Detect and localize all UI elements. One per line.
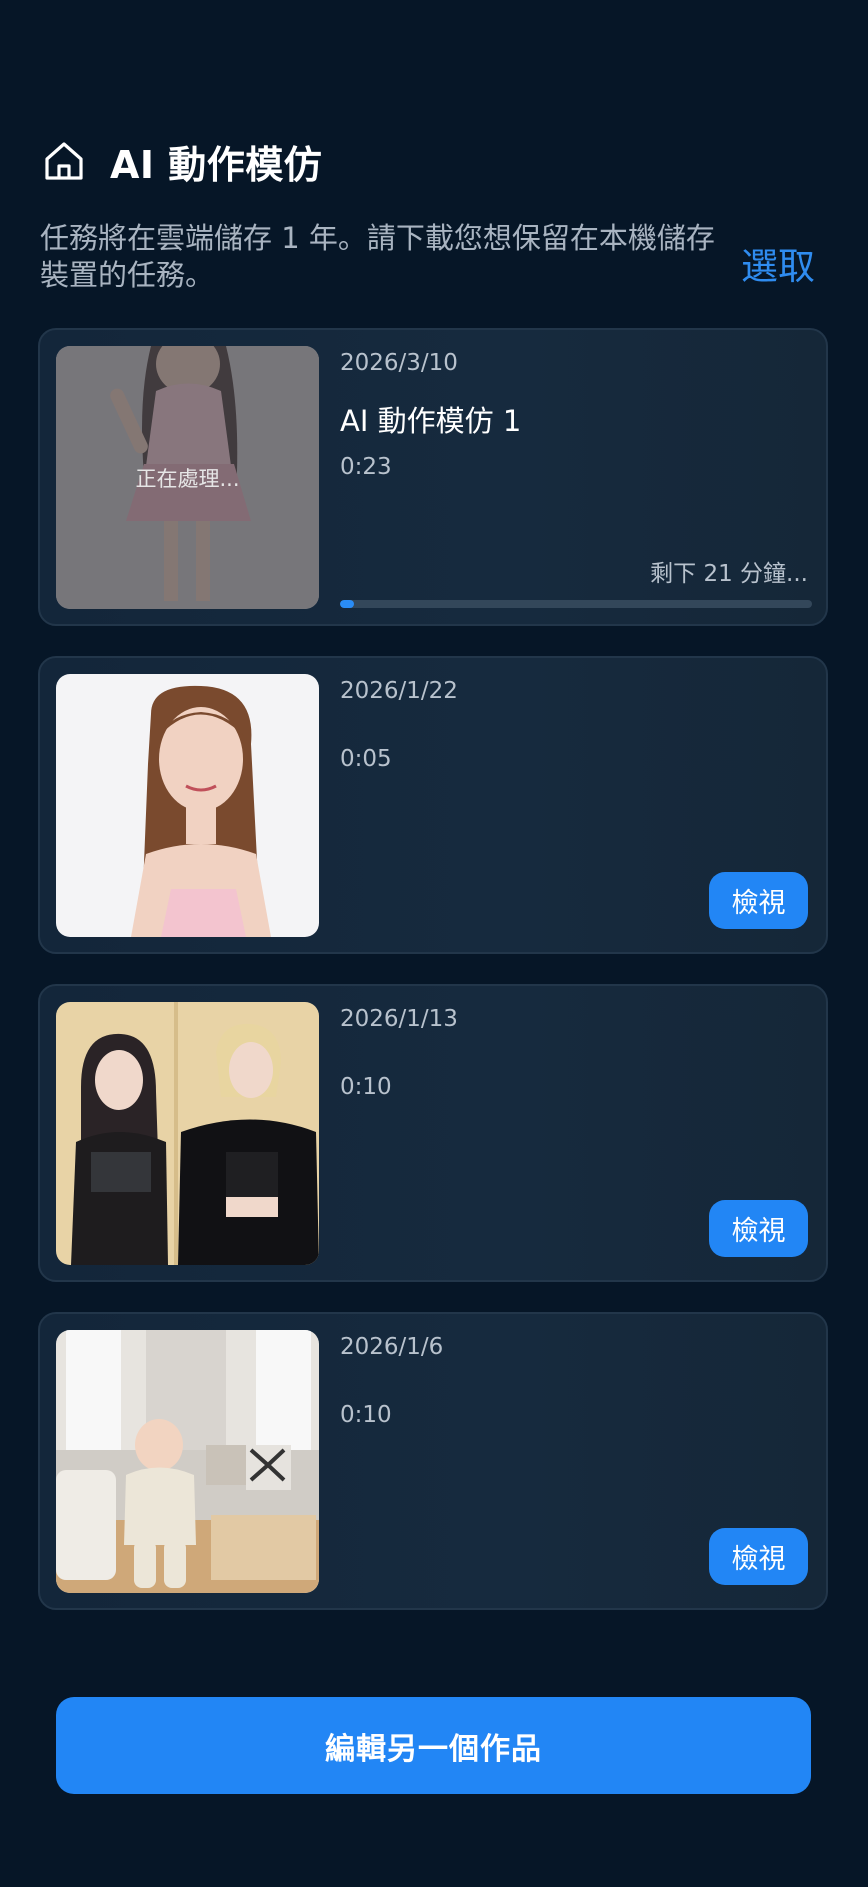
task-duration: 0:10: [340, 1074, 392, 1100]
processing-overlay: 正在處理...: [56, 346, 319, 609]
task-card[interactable]: 2026/1/6 0:10 檢視: [38, 1312, 828, 1610]
progress-fill: [340, 600, 355, 608]
edit-another-button[interactable]: 編輯另一個作品: [56, 1697, 811, 1794]
task-thumbnail: [56, 674, 319, 937]
time-remaining: 剩下 21 分鐘...: [650, 561, 808, 587]
page-title: AI 動作模仿: [110, 142, 323, 187]
task-date: 2026/1/6: [340, 1334, 444, 1360]
task-date: 2026/1/13: [340, 1006, 458, 1032]
task-thumbnail: 正在處理...: [56, 346, 319, 609]
task-name: AI 動作模仿 1: [340, 404, 522, 438]
cloud-storage-notice: 任務將在雲端儲存 1 年。請下載您想保留在本機儲存裝置的任務。: [40, 221, 715, 292]
progress-bar: [340, 600, 812, 608]
task-duration: 0:10: [340, 1402, 392, 1428]
view-button[interactable]: 檢視: [709, 872, 808, 929]
view-button[interactable]: 檢視: [709, 1200, 808, 1257]
task-duration: 0:23: [340, 454, 392, 480]
task-thumbnail: [56, 1002, 319, 1265]
task-date: 2026/1/22: [340, 678, 458, 704]
view-button[interactable]: 檢視: [709, 1528, 808, 1585]
task-date: 2026/3/10: [340, 350, 458, 376]
task-thumbnail: [56, 1330, 319, 1593]
page-header: AI 動作模仿: [42, 136, 323, 187]
task-card[interactable]: 2026/1/13 0:10 檢視: [38, 984, 828, 1282]
task-card[interactable]: 正在處理... 2026/3/10 AI 動作模仿 1 0:23 剩下 21 分…: [38, 328, 828, 626]
task-card[interactable]: 2026/1/22 0:05 檢視: [38, 656, 828, 954]
task-duration: 0:05: [340, 746, 392, 772]
select-button[interactable]: 選取: [741, 236, 815, 290]
home-icon[interactable]: [42, 139, 86, 183]
